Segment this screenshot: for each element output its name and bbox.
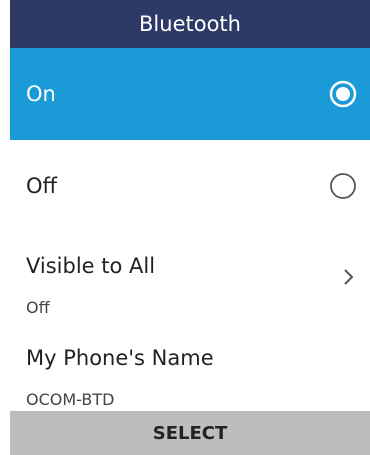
radio-unselected-icon[interactable]: [329, 172, 357, 200]
list-item-on[interactable]: On: [10, 48, 370, 140]
screen-title: Bluetooth: [139, 12, 241, 36]
list-item-off-label: Off: [26, 174, 57, 198]
list-item-phone-name-value: OCOM-BTD: [26, 390, 115, 409]
list-item-on-label: On: [26, 82, 56, 106]
list-item-off[interactable]: Off: [10, 140, 370, 232]
softkey-bar: SELECT: [10, 411, 370, 455]
list-item-phone-name[interactable]: My Phone's Name OCOM-BTD: [10, 324, 370, 411]
list-item-phone-name-label: My Phone's Name: [26, 346, 214, 370]
list-item-visible-to-all[interactable]: Visible to All Off: [10, 232, 370, 324]
list-item-visible-to-all-value: Off: [26, 298, 50, 317]
radio-selected-icon[interactable]: [329, 80, 357, 108]
settings-list: On Off Visible to All Off My Phone's Nam…: [10, 48, 370, 411]
list-item-visible-to-all-label: Visible to All: [26, 254, 156, 278]
screen-title-bar: Bluetooth: [10, 0, 370, 48]
select-softkey[interactable]: SELECT: [153, 423, 228, 444]
chevron-right-icon: [344, 269, 354, 285]
